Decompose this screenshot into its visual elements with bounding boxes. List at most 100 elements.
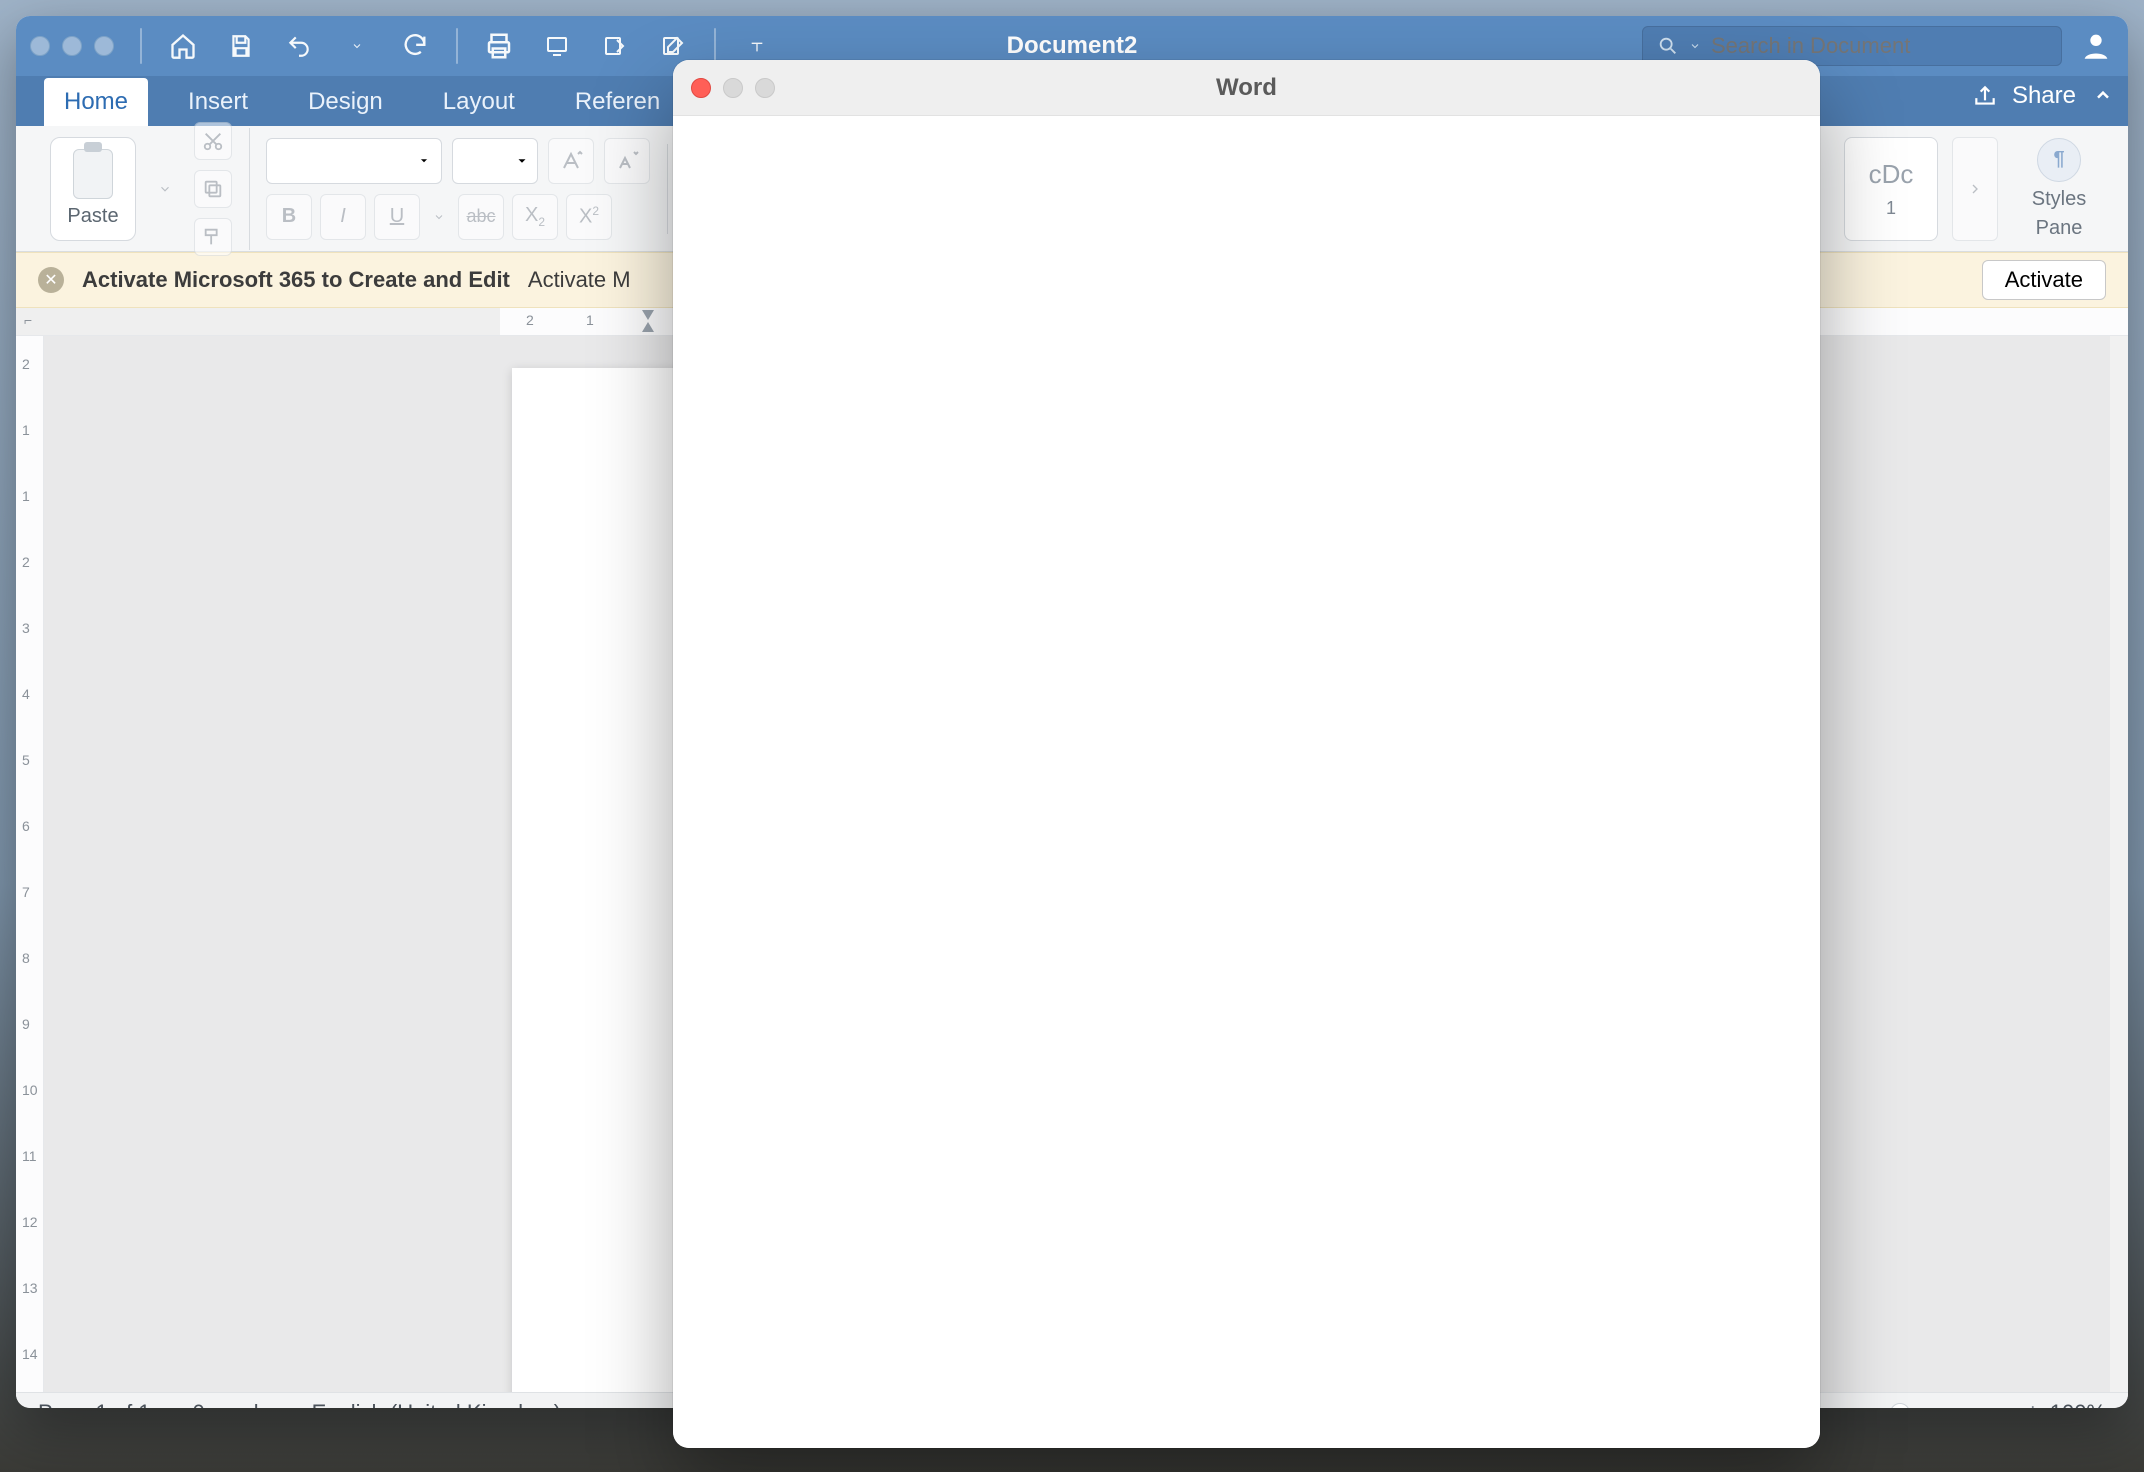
vertical-scrollbar[interactable] [2110,336,2128,1392]
status-language[interactable]: English (United Kingdom) [312,1400,561,1409]
underline-dropdown-icon[interactable] [428,194,450,240]
font-size-select[interactable] [452,138,538,184]
ruler-v-tick: 13 [22,1280,38,1296]
ruler-v-tick: 3 [22,620,30,636]
status-page[interactable]: Page 1 of 1 [38,1400,151,1409]
home-icon[interactable] [166,29,200,63]
quick-access-toolbar [140,28,774,64]
status-words[interactable]: 0 words [193,1400,270,1409]
ruler-v-tick: 2 [22,554,30,570]
bold-button[interactable]: B [266,194,312,240]
indent-marker-icon[interactable] [640,308,656,334]
zoom-slider-knob[interactable] [1890,1403,1910,1409]
font-name-select[interactable] [266,138,442,184]
ruler-v-tick: 12 [22,1214,38,1230]
ruler-v-tick: 5 [22,752,30,768]
ruler-v-tick: 11 [22,1148,37,1164]
styles-pane-label-1: Styles [2032,188,2086,211]
strike-button[interactable]: abc [458,194,504,240]
style-preview: cDc [1869,159,1914,190]
qat-customize-icon[interactable] [740,29,774,63]
tab-references[interactable]: Referen [555,78,680,126]
paste-dropdown-icon[interactable] [146,170,184,208]
banner-text: Activate M [528,267,631,293]
tab-selector-icon[interactable]: ⌐ [24,312,32,328]
qat-separator-3 [714,28,716,64]
zoom-out-icon[interactable]: − [1871,1397,1886,1408]
undo-dropdown-icon[interactable] [340,29,374,63]
styles-more-icon[interactable] [1952,137,1998,241]
modal-titlebar: Word [673,60,1820,116]
paste-button[interactable]: Paste [50,137,136,241]
chevron-down-icon [417,154,431,168]
cut-icon[interactable] [194,122,232,160]
redo-icon[interactable] [398,29,432,63]
styles-group: cDc 1 ¶ Styles Pane [1844,137,2106,241]
activate-button[interactable]: Activate [1982,260,2106,300]
chevron-down-icon [515,154,529,168]
font-group: B I U abc X2 X2 [254,138,662,240]
banner-heading: Activate Microsoft 365 to Create and Edi… [82,267,510,293]
superscript-button[interactable]: X2 [566,194,612,240]
ruler-v-tick: 1 [22,488,30,504]
copy-icon[interactable] [194,170,232,208]
style-gallery-item[interactable]: cDc 1 [1844,137,1938,241]
ruler-v-tick: 7 [22,884,30,900]
subscript-button[interactable]: X2 [512,194,558,240]
ruler-v-tick: 4 [22,686,30,702]
save-icon[interactable] [224,29,258,63]
zoom-controls: − + 100% [1871,1397,2106,1408]
search-icon [1657,35,1679,57]
clipboard-mini [194,122,232,256]
clipboard-icon [73,149,113,199]
italic-button[interactable]: I [320,194,366,240]
tab-layout[interactable]: Layout [423,78,535,126]
ruler-margin-shade [16,308,500,335]
print-icon[interactable] [482,29,516,63]
tab-design[interactable]: Design [288,78,403,126]
edit-page-icon[interactable] [656,29,690,63]
share-icon[interactable] [1972,83,1998,109]
tabbar-right: Share [1972,82,2116,110]
edit-doc-icon[interactable] [598,29,632,63]
modal-body [673,116,1820,1448]
modal-title: Word [673,74,1820,102]
pilcrow-icon: ¶ [2037,138,2081,182]
minimize-dot[interactable] [62,36,82,56]
zoom-in-icon[interactable]: + [2026,1399,2040,1409]
close-dot[interactable] [30,36,50,56]
paste-label: Paste [67,205,118,228]
undo-icon[interactable] [282,29,316,63]
account-avatar-icon[interactable] [2078,28,2114,64]
clipboard-group: Paste [38,122,244,256]
tab-home[interactable]: Home [44,78,148,126]
shrink-font-icon[interactable] [604,138,650,184]
search-input[interactable] [1711,33,2047,59]
search-caret-icon[interactable] [1689,40,1701,52]
ruler-v-tick: 14 [22,1346,38,1362]
ruler-tick: 1 [586,312,594,328]
qat-separator-2 [456,28,458,64]
zoom-value[interactable]: 100% [2050,1400,2106,1409]
underline-button[interactable]: U [374,194,420,240]
banner-close-icon[interactable]: ✕ [38,267,64,293]
styles-pane-button[interactable]: ¶ Styles Pane [2012,137,2106,241]
share-label[interactable]: Share [2012,82,2076,110]
tab-insert[interactable]: Insert [168,78,268,126]
ruler-v-tick: 10 [22,1082,38,1098]
grow-font-icon[interactable] [548,138,594,184]
zoom-dot[interactable] [94,36,114,56]
ruler-v-tick: 2 [22,356,30,372]
ruler-v-tick: 8 [22,950,30,966]
ruler-vertical[interactable]: 211234567891011121314 [16,336,44,1392]
qat-separator [140,28,142,64]
word-modal-window: Word [673,60,1820,1448]
style-caption: 1 [1886,198,1896,219]
styles-pane-label-2: Pane [2036,217,2083,240]
ruler-v-tick: 6 [22,818,30,834]
collapse-ribbon-icon[interactable] [2090,83,2116,109]
format-painter-icon[interactable] [194,218,232,256]
screen-icon[interactable] [540,29,574,63]
ruler-tick: 2 [526,312,534,328]
ruler-v-tick: 9 [22,1016,30,1032]
